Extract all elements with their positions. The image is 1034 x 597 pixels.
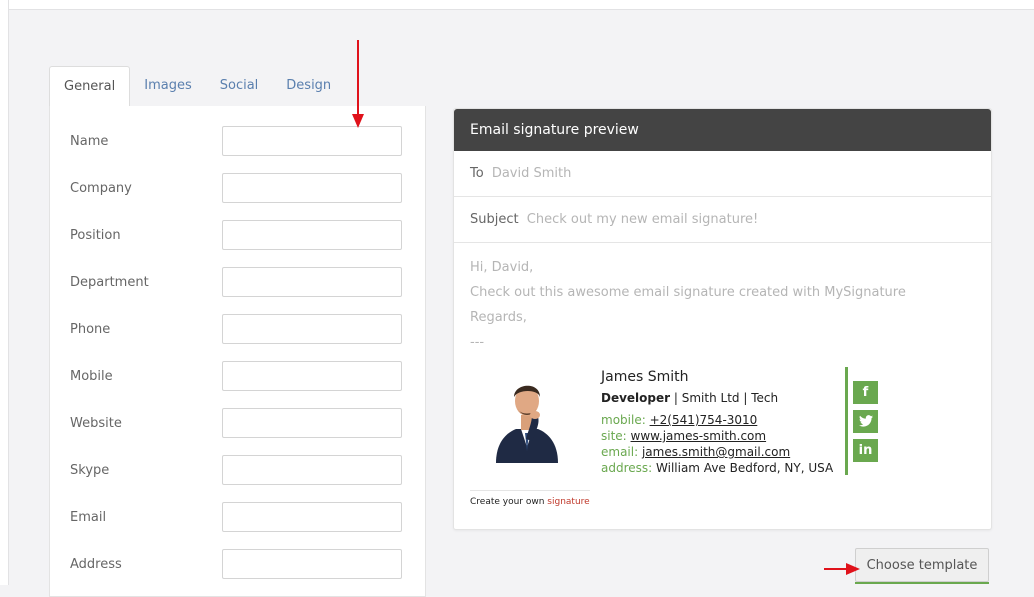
signature-site-link[interactable]: www.james-smith.com xyxy=(631,429,767,443)
footer-signature-link[interactable]: signature xyxy=(547,497,589,507)
form-row-address: Address xyxy=(70,549,405,581)
name-label: Name xyxy=(70,134,109,149)
preview-title: Email signature preview xyxy=(454,109,991,151)
skype-label: Skype xyxy=(70,463,110,478)
website-label: Website xyxy=(70,416,122,431)
signature-block: James Smith Developer | Smith Ltd | Tech… xyxy=(470,367,878,479)
signature-name: James Smith xyxy=(601,369,689,385)
position-input[interactable] xyxy=(222,220,402,250)
company-label: Company xyxy=(70,181,132,196)
form-row-skype: Skype xyxy=(70,455,405,487)
subject-value: Check out my new email signature! xyxy=(526,212,759,227)
phone-label: Phone xyxy=(70,322,111,337)
position-label: Position xyxy=(70,228,121,243)
body-line: Regards, xyxy=(470,310,527,325)
signature-address-label: address: xyxy=(601,461,653,475)
address-label: Address xyxy=(70,557,122,572)
email-body: Hi, David, Check out this awesome email … xyxy=(454,243,991,355)
form-row-website: Website xyxy=(70,408,405,440)
annotation-arrow-right-icon xyxy=(824,563,860,575)
to-label: To xyxy=(470,166,484,181)
form-row-department: Department xyxy=(70,267,405,299)
body-line: Hi, David, xyxy=(470,260,534,275)
signature-mobile: mobile: +2(541)754-3010 xyxy=(601,413,757,427)
body-line: --- xyxy=(470,335,485,350)
window-frame-left xyxy=(0,0,9,585)
form-row-position: Position xyxy=(70,220,405,252)
body-line: Check out this awesome email signature c… xyxy=(470,285,906,300)
footer-text: Create your own xyxy=(470,497,548,507)
signature-address: address: William Ave Bedford, NY, USA xyxy=(601,461,833,475)
signature-position: Developer xyxy=(601,391,671,405)
tab-social[interactable]: Social xyxy=(206,66,273,105)
signature-address-value: William Ave Bedford, NY, USA xyxy=(656,461,834,475)
general-form-panel: Name Company Position Department Phone M… xyxy=(49,106,426,597)
linkedin-icon[interactable]: in xyxy=(853,439,878,462)
signature-email: email: james.smith@gmail.com xyxy=(601,445,790,459)
facebook-icon[interactable]: f xyxy=(853,381,878,404)
annotation-arrow-down-icon xyxy=(352,40,364,128)
window-frame-top xyxy=(0,0,1034,10)
department-label: Department xyxy=(70,275,149,290)
signature-divider xyxy=(845,367,848,475)
form-row-phone: Phone xyxy=(70,314,405,346)
signature-site-label: site: xyxy=(601,429,627,443)
email-signature-preview: Email signature preview To David Smith S… xyxy=(453,108,992,530)
signature-mobile-label: mobile: xyxy=(601,413,646,427)
form-row-company: Company xyxy=(70,173,405,205)
mobile-input[interactable] xyxy=(222,361,402,391)
skype-input[interactable] xyxy=(222,455,402,485)
form-row-email: Email xyxy=(70,502,405,534)
website-input[interactable] xyxy=(222,408,402,438)
preview-subject-row: Subject Check out my new email signature… xyxy=(454,197,991,243)
to-value: David Smith xyxy=(491,166,572,181)
phone-input[interactable] xyxy=(222,314,402,344)
tab-images[interactable]: Images xyxy=(130,66,206,105)
signature-title: Developer | Smith Ltd | Tech xyxy=(601,391,778,405)
settings-tabs: General Images Social Design xyxy=(49,66,345,107)
mobile-label: Mobile xyxy=(70,369,113,384)
address-input[interactable] xyxy=(222,549,402,579)
signature-footer: Create your own signature xyxy=(470,490,590,507)
twitter-icon[interactable] xyxy=(853,410,878,433)
signature-email-link[interactable]: james.smith@gmail.com xyxy=(642,445,790,459)
tab-general[interactable]: General xyxy=(49,66,131,107)
department-input[interactable] xyxy=(222,267,402,297)
email-input[interactable] xyxy=(222,502,402,532)
form-row-mobile: Mobile xyxy=(70,361,405,393)
choose-template-button[interactable]: Choose template xyxy=(855,548,989,584)
signature-company: | Smith Ltd | Tech xyxy=(670,391,779,405)
signature-site: site: www.james-smith.com xyxy=(601,429,766,443)
signature-email-label: email: xyxy=(601,445,639,459)
tab-design[interactable]: Design xyxy=(272,66,345,105)
subject-label: Subject xyxy=(470,212,519,227)
form-row-name: Name xyxy=(70,126,405,158)
email-label: Email xyxy=(70,510,107,525)
avatar xyxy=(496,385,558,463)
name-input[interactable] xyxy=(222,126,402,156)
preview-to-row: To David Smith xyxy=(454,151,991,197)
company-input[interactable] xyxy=(222,173,402,203)
signature-mobile-link[interactable]: +2(541)754-3010 xyxy=(650,413,758,427)
